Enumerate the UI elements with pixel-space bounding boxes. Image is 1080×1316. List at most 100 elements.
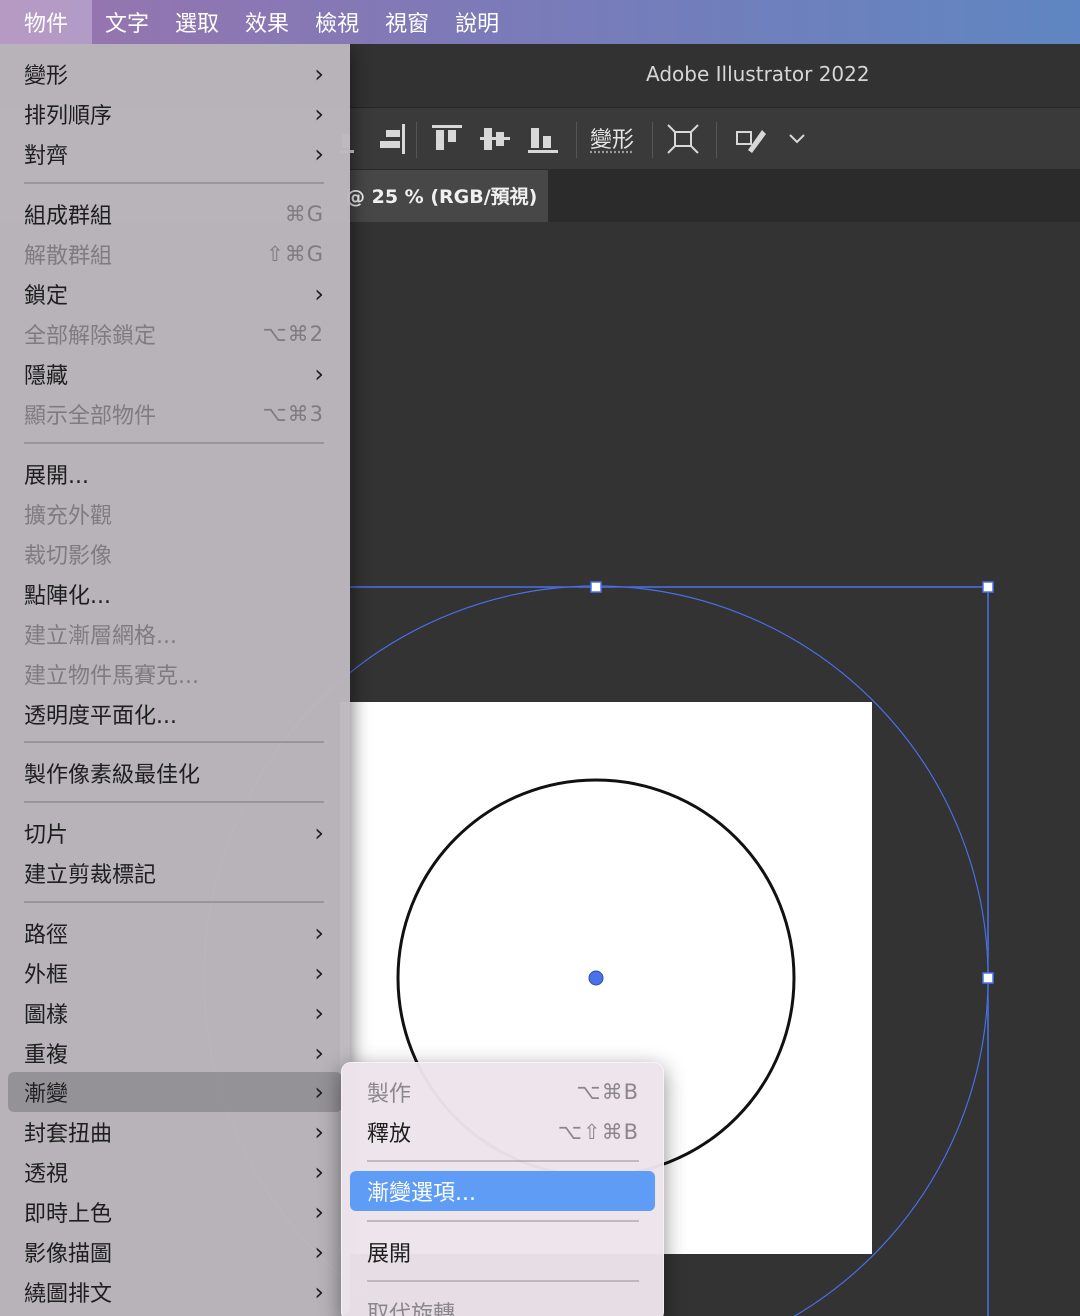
menu-item-label: 影像描圖 — [24, 1242, 113, 1267]
submenu-item-expand[interactable]: 展開 — [350, 1232, 655, 1272]
middle-right-handle[interactable] — [982, 972, 994, 984]
menu-item-expand-appearance: 擴充外觀 — [8, 494, 342, 534]
menu-item-label: 路徑 — [24, 923, 69, 948]
menu-item-create-trim-marks[interactable]: 建立剪裁標記 — [8, 853, 342, 893]
align-right-icon[interactable] — [376, 122, 410, 156]
menu-item-label: 即時上色 — [24, 1202, 113, 1227]
align-vertical-center-icon[interactable] — [478, 122, 512, 156]
chevron-right-icon: › — [314, 60, 324, 88]
menu-item-label: 對齊 — [24, 144, 69, 169]
pen-warp-icon[interactable] — [734, 122, 768, 156]
menu-item-hide[interactable]: 隱藏 › — [8, 354, 342, 394]
menu-type[interactable]: 文字 — [92, 0, 162, 44]
submenu-separator — [367, 1160, 639, 1162]
menu-item-shortcut: ⌥⌘3 — [262, 402, 324, 426]
menu-item-label: 變形 — [24, 64, 69, 89]
submenu-item-label: 取代旋轉 — [367, 1302, 456, 1316]
menu-item-expand[interactable]: 展開... — [8, 454, 342, 494]
menu-window[interactable]: 視窗 — [372, 0, 442, 44]
align-bottom-icon[interactable] — [526, 122, 560, 156]
menu-item-repeat[interactable]: 重複 › — [8, 1033, 342, 1073]
menu-help[interactable]: 說明 — [442, 0, 512, 44]
menu-item-group[interactable]: 組成群組 ⌘G — [8, 194, 342, 234]
menu-view[interactable]: 檢視 — [302, 0, 372, 44]
menu-item-label: 解散群組 — [24, 244, 113, 269]
menu-item-slice[interactable]: 切片 › — [8, 813, 342, 853]
chevron-right-icon: › — [314, 819, 324, 847]
menu-item-label: 封套扭曲 — [24, 1122, 113, 1147]
menu-item-image-trace[interactable]: 影像描圖 › — [8, 1232, 342, 1272]
menu-item-label: 外框 — [24, 963, 69, 988]
menu-object[interactable]: 物件 — [0, 0, 93, 44]
menu-item-label: 製作像素級最佳化 — [24, 763, 201, 788]
submenu-item-label: 製作 — [367, 1082, 412, 1107]
menu-item-label: 鎖定 — [24, 284, 69, 309]
submenu-item-blend-options[interactable]: 漸變選項... — [350, 1171, 655, 1211]
menu-item-label: 透視 — [24, 1162, 69, 1187]
menu-effect[interactable]: 效果 — [232, 0, 302, 44]
center-point[interactable] — [588, 970, 604, 986]
menu-item-text-wrap[interactable]: 繞圖排文 › — [8, 1272, 342, 1312]
menu-item-pattern[interactable]: 圖樣 › — [8, 993, 342, 1033]
document-tab-label: @ 25 % (RGB/預視) — [346, 186, 538, 208]
menu-item-shortcut: ⌘G — [284, 202, 324, 226]
menu-item-create-object-mosaic: 建立物件馬賽克... — [8, 654, 342, 694]
chevron-right-icon: › — [314, 1118, 324, 1146]
control-separator — [716, 122, 717, 158]
menu-item-show-all: 顯示全部物件 ⌥⌘3 — [8, 394, 342, 434]
submenu-separator — [367, 1220, 639, 1222]
submenu-separator — [367, 1280, 639, 1282]
object-menu: 變形 › 排列順序 › 對齊 › 組成群組 ⌘G 解散群組 ⇧⌘G 鎖定 › 全部解除鎖定 ⌥… — [0, 44, 350, 1316]
chevron-right-icon: › — [314, 1039, 324, 1067]
chevron-right-icon: › — [314, 999, 324, 1027]
menu-item-blend[interactable]: 漸變 › — [8, 1072, 342, 1112]
menu-item-label: 隱藏 — [24, 364, 69, 389]
menu-item-live-paint[interactable]: 即時上色 › — [8, 1192, 342, 1232]
menu-item-transform[interactable]: 變形 › — [8, 54, 342, 94]
chevron-right-icon: › — [314, 959, 324, 987]
menu-select[interactable]: 選取 — [162, 0, 232, 44]
menu-item-flatten-transparency[interactable]: 透明度平面化... — [8, 694, 342, 734]
menu-item-align[interactable]: 對齊 › — [8, 134, 342, 174]
menu-item-rasterize[interactable]: 點陣化... — [8, 574, 342, 614]
menu-separator — [24, 182, 324, 184]
window-title: Adobe Illustrator 2022 — [646, 62, 870, 86]
submenu-item-release[interactable]: 釋放 ⌥⇧⌘B — [350, 1112, 655, 1152]
macos-menu-bar: 物件 文字 選取 效果 檢視 視窗 說明 — [0, 0, 1080, 44]
menu-item-label: 全部解除鎖定 — [24, 324, 157, 349]
menu-item-arrange[interactable]: 排列順序 › — [8, 94, 342, 134]
menu-item-label: 繞圖排文 — [24, 1282, 113, 1307]
chevron-right-icon: › — [314, 140, 324, 168]
submenu-item-label: 展開 — [367, 1242, 412, 1267]
transform-icon[interactable] — [666, 122, 700, 156]
menu-item-label: 圖樣 — [24, 1003, 69, 1028]
top-right-handle[interactable] — [982, 581, 994, 593]
chevron-right-icon: › — [314, 280, 324, 308]
submenu-item-label: 漸變選項... — [367, 1181, 476, 1206]
menu-separator — [24, 801, 324, 803]
menu-item-label: 顯示全部物件 — [24, 404, 157, 429]
chevron-right-icon: › — [314, 100, 324, 128]
control-separator — [576, 122, 577, 158]
menu-item-path[interactable]: 路徑 › — [8, 913, 342, 953]
control-separator — [416, 122, 417, 158]
menu-item-label: 展開... — [24, 464, 89, 489]
align-top-icon[interactable] — [430, 122, 464, 156]
chevron-down-icon[interactable] — [780, 122, 814, 156]
top-center-handle[interactable] — [590, 581, 602, 593]
menu-item-unlock-all: 全部解除鎖定 ⌥⌘2 — [8, 314, 342, 354]
menu-item-lock[interactable]: 鎖定 › — [8, 274, 342, 314]
menu-item-envelope-distort[interactable]: 封套扭曲 › — [8, 1112, 342, 1152]
menu-separator — [24, 442, 324, 444]
menu-item-perspective[interactable]: 透視 › — [8, 1152, 342, 1192]
menu-item-label: 建立剪裁標記 — [24, 863, 157, 888]
menu-item-label: 漸變 — [24, 1082, 69, 1107]
menu-item-shortcut: ⇧⌘G — [266, 242, 324, 266]
chevron-right-icon: › — [314, 1158, 324, 1186]
control-separator — [652, 122, 653, 158]
chevron-right-icon: › — [314, 1198, 324, 1226]
menu-item-make-pixel-perfect[interactable]: 製作像素級最佳化 — [8, 753, 342, 793]
submenu-item-label: 釋放 — [367, 1122, 412, 1147]
menu-item-shape[interactable]: 外框 › — [8, 953, 342, 993]
transform-link[interactable]: 變形 — [590, 122, 634, 154]
